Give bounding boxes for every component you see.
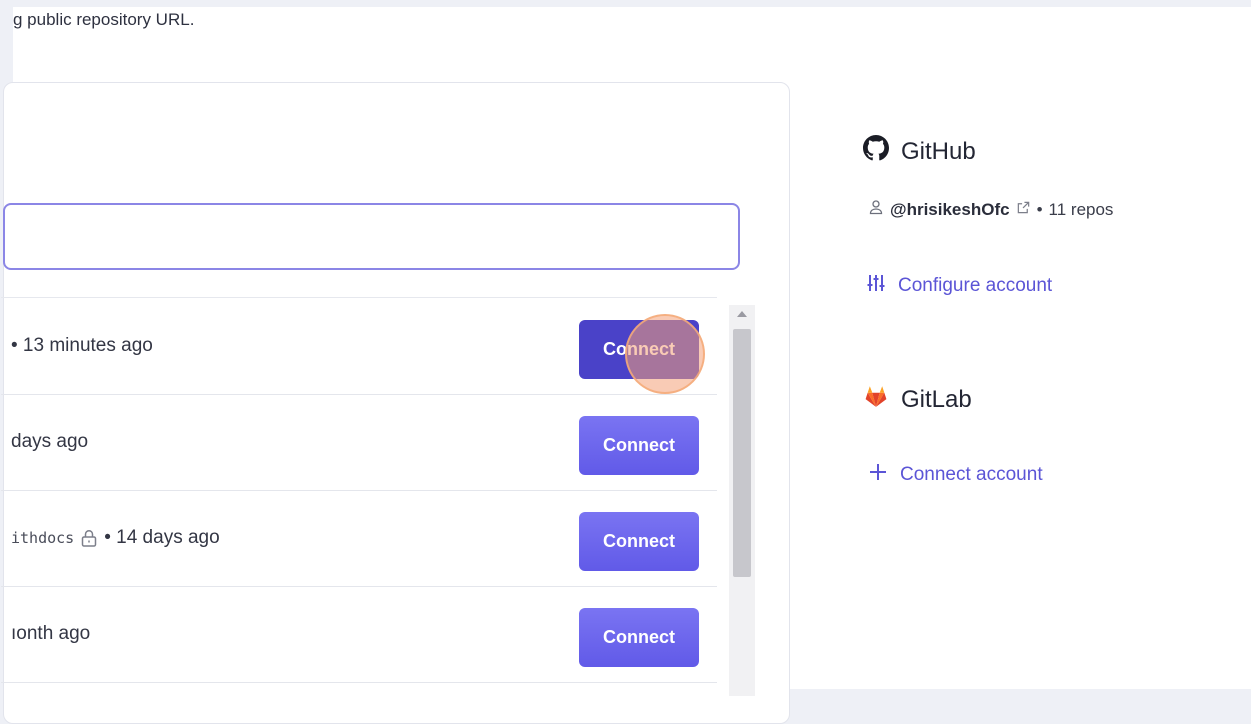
- github-title: GitHub: [863, 135, 976, 168]
- lock-icon: [80, 528, 98, 548]
- repo-updated: • 13 minutes ago: [11, 335, 153, 356]
- plus-icon: [868, 462, 888, 488]
- gitlab-provider: GitLab: [863, 383, 972, 416]
- connect-button[interactable]: Connect: [579, 320, 699, 379]
- repo-updated: • 14 days ago: [104, 527, 220, 548]
- intro-text: g public repository URL.: [13, 10, 195, 29]
- connect-button[interactable]: Connect: [579, 416, 699, 475]
- separator: •: [1036, 199, 1043, 219]
- list-scrollbar[interactable]: [729, 305, 755, 696]
- repo-name: ithdocs: [11, 529, 75, 547]
- gitlab-title-text: GitLab: [901, 385, 972, 413]
- configure-account-label: Configure account: [898, 275, 1053, 296]
- configure-account-link[interactable]: Configure account: [866, 273, 1052, 299]
- gitlab-title: GitLab: [863, 383, 972, 416]
- github-repo-count: 11 repos: [1048, 199, 1114, 219]
- github-username-link[interactable]: @hrisikeshOfc: [890, 200, 1010, 220]
- repo-meta: ithdocs • 14 days ago: [11, 527, 220, 549]
- list-item: ithdocs • 14 days ago Connect: [1, 490, 717, 587]
- connect-button[interactable]: Connect: [579, 512, 699, 571]
- user-icon: [868, 199, 884, 220]
- github-provider: GitHub: [863, 135, 976, 168]
- repo-meta: ıonth ago: [11, 623, 90, 645]
- list-item: days ago Connect: [1, 394, 717, 491]
- connect-button[interactable]: Connect: [579, 608, 699, 667]
- list-item: ıonth ago Connect: [1, 586, 717, 683]
- scroll-up-arrow-icon[interactable]: [737, 311, 747, 317]
- external-link-icon[interactable]: [1016, 200, 1031, 220]
- scroll-thumb[interactable]: [733, 329, 751, 577]
- page-content: g public repository URL. • 13 minutes ag…: [1, 7, 1251, 724]
- github-title-text: GitHub: [901, 137, 976, 165]
- top-strip: [0, 0, 1251, 7]
- github-user-line: @hrisikeshOfc • 11 repos: [868, 199, 1113, 220]
- repository-search-input[interactable]: [3, 203, 740, 270]
- repo-meta: days ago: [11, 431, 88, 453]
- github-icon: [863, 135, 889, 168]
- repository-list: • 13 minutes ago Connect days ago Connec…: [1, 297, 717, 698]
- repo-meta: • 13 minutes ago: [11, 335, 153, 357]
- gitlab-icon: [863, 383, 889, 416]
- connect-account-link[interactable]: Connect account: [868, 462, 1043, 488]
- list-item: • 13 minutes ago Connect: [1, 298, 717, 395]
- repo-updated: days ago: [11, 431, 89, 452]
- connect-account-label: Connect account: [900, 464, 1043, 485]
- sliders-icon: [866, 273, 886, 299]
- repo-updated: ıonth ago: [11, 623, 91, 644]
